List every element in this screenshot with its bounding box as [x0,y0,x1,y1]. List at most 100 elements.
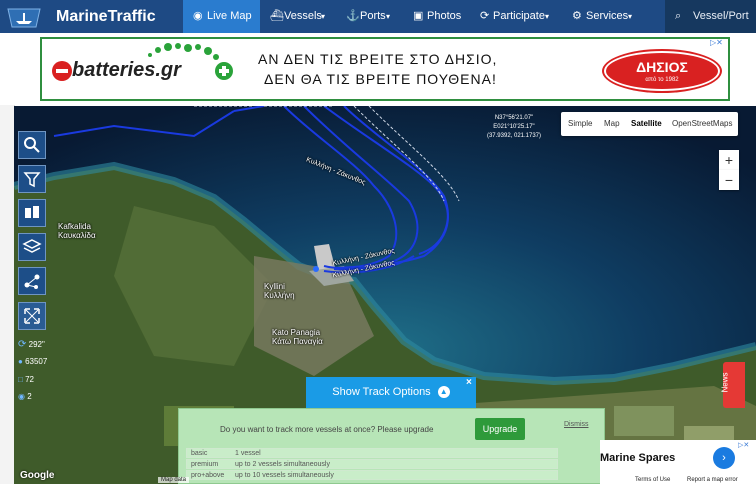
place-label-kyllini: Kyllini Κυλλήνη [264,282,295,300]
zoom-out-button[interactable]: − [719,170,739,190]
place-name-greek: Κάτω Παναγία [272,337,323,346]
tracked-count: ◉ 2 [18,392,32,401]
chevron-right-icon[interactable]: › [713,447,735,469]
place-name: Kafkalida [58,222,91,231]
coord-lat: N37°56'21.07" [494,115,534,121]
chevron-down-icon: ▾ [628,12,633,21]
camera-icon: ▣ [413,10,424,22]
google-logo: Google [20,470,55,481]
search-icon: ⌕ [675,10,682,22]
upgrade-question: Do you want to track more vessels at onc… [220,425,434,434]
map-type-satellite[interactable]: Satellite [631,112,662,136]
nav-live-map-label: Live Map [207,10,252,22]
nav-ports[interactable]: ⚓ Ports ▾ [346,0,402,33]
place-label-kato-panagia: Kato Panagia Κάτω Παναγία [272,328,323,346]
banner-ad[interactable]: batteries.gr ΑΝ ΔΕΝ ΤΙΣ ΒΡΕΙΤΕ ΣΤΟ ΔΗΣΙΟ… [40,37,730,101]
place-name: Kato Panagia [272,328,321,337]
track-button-label: Show Track Options [332,386,431,398]
map-type-osm[interactable]: OpenStreetMaps [672,112,732,136]
map-type-map[interactable]: Map [604,112,620,136]
eye-icon: ◉ [18,392,25,401]
plan-row: pro+above up to 10 vessels simultaneousl… [186,470,558,480]
news-label: News [720,372,730,393]
chevron-up-icon: ▲ [437,386,450,399]
vessel-port-search[interactable]: ⌕ Vessel/Port [665,0,756,33]
nav-live-map[interactable]: ◉ Live Map [183,0,260,33]
info-icon: ● [18,357,23,366]
search-placeholder[interactable]: Vessel/Port [693,0,749,33]
network-icon [24,274,40,289]
plan-desc: up to 2 vessels simultaneously [235,461,330,468]
refresh-icon: ⟳ [18,339,27,350]
ad-close-icon[interactable]: ▷✕ [710,38,723,47]
ad-line-2: ΔΕΝ ΘΑ ΤΙΣ ΒΡΕΙΤΕ ΠΟΥΘΕΝΑ! [264,71,497,87]
plan-tier: pro+above [191,472,225,479]
vessel-count: ● 63507 [18,357,47,366]
refresh-icon: ⟳ [480,10,490,22]
fullscreen-button[interactable] [18,302,46,330]
expand-icon [24,308,40,324]
map-search-button[interactable] [18,131,46,159]
ad-badge: ΔΗΣΙΟΣ από το 1982 [604,51,720,91]
plan-desc: 1 vessel [235,450,261,457]
place-name: Kyllini [264,282,285,291]
plan-row: basic 1 vessel [186,448,558,458]
ad-close-icon[interactable]: ▷✕ [738,441,749,449]
visible-count: □ 72 [18,375,34,384]
fleet-icon [25,206,39,218]
news-tab[interactable]: News [720,362,745,408]
coord-lon: E021°10'25.17" [493,124,535,130]
coord-decimal: (37.9392, 021.1737) [486,133,542,139]
chevron-down-icon: ▾ [545,12,550,21]
nav-participate-label: Participate [493,10,545,22]
zoom-in-button[interactable]: + [719,150,739,170]
map-data-attribution[interactable]: Map data [158,477,190,483]
nav-vessels-label: Vessels [284,10,322,22]
measure-distance-button[interactable] [18,267,46,295]
brand-name[interactable]: MarineTraffic [56,8,156,26]
report-map-error-link[interactable]: Report a map error [684,477,741,483]
ad-badge-text: ΔΗΣΙΟΣ [636,59,688,75]
plan-tier: basic [191,450,208,457]
nav-ports-label: Ports [360,10,386,22]
top-navbar: MarineTraffic ◉ Live Map ⛴ Vessels ▾ ⚓ P… [0,0,756,33]
close-icon[interactable]: × [466,377,472,388]
map-filter-button[interactable] [18,165,46,193]
dismiss-link[interactable]: Dismiss [564,421,589,428]
nav-services[interactable]: ⚙ Services ▾ [572,0,642,33]
nav-vessels[interactable]: ⛴ Vessels ▾ [268,0,334,33]
plan-desc: up to 10 vessels simultaneously [235,472,334,479]
nav-services-label: Services [586,10,629,22]
upgrade-button[interactable]: Upgrade [475,418,525,440]
map-layers-button[interactable] [18,233,46,261]
terms-of-use-link[interactable]: Terms of Use [632,477,674,483]
plan-row: premium up to 2 vessels simultaneously [186,459,558,469]
nav-participate[interactable]: ⟳ Participate ▾ [480,0,560,33]
tracked-count-value: 2 [27,392,32,401]
gear-icon: ⚙ [572,10,582,22]
show-track-options-button[interactable]: Show Track Options ▲ [306,377,476,408]
marine-spares-text[interactable]: Marine Spares [600,452,675,464]
place-name-greek: Καυκαλίδα [58,231,96,240]
chevron-down-icon: ▾ [321,12,326,21]
filter-icon [23,172,41,188]
marinetraffic-logo-icon[interactable] [2,3,46,31]
vessel-count-value: 63507 [25,357,48,366]
search-icon [24,137,40,153]
plan-tier: premium [191,461,219,468]
square-icon: □ [18,375,23,384]
visible-count-value: 72 [25,375,34,384]
ship-icon: ⛴ [270,10,284,22]
my-fleet-button[interactable] [18,199,46,227]
layers-icon [22,239,42,253]
nav-photos[interactable]: ▣ Photos [413,0,469,33]
place-label-kafkalida: Kafkalida Καυκαλίδα [58,222,96,240]
ad-logo-text: batteries.gr [72,59,181,81]
anchor-icon: ⚓ [346,10,360,22]
nav-photos-label: Photos [427,10,462,22]
chevron-down-icon: ▾ [386,12,391,21]
ad-line-1: ΑΝ ΔΕΝ ΤΙΣ ΒΡΕΙΤΕ ΣΤΟ ΔΗΣΙΟ, [258,51,498,67]
ad-badge-sub: από το 1982 [645,77,679,83]
map-type-simple[interactable]: Simple [568,112,592,136]
refresh-timer: ⟳ 292" [18,339,45,350]
